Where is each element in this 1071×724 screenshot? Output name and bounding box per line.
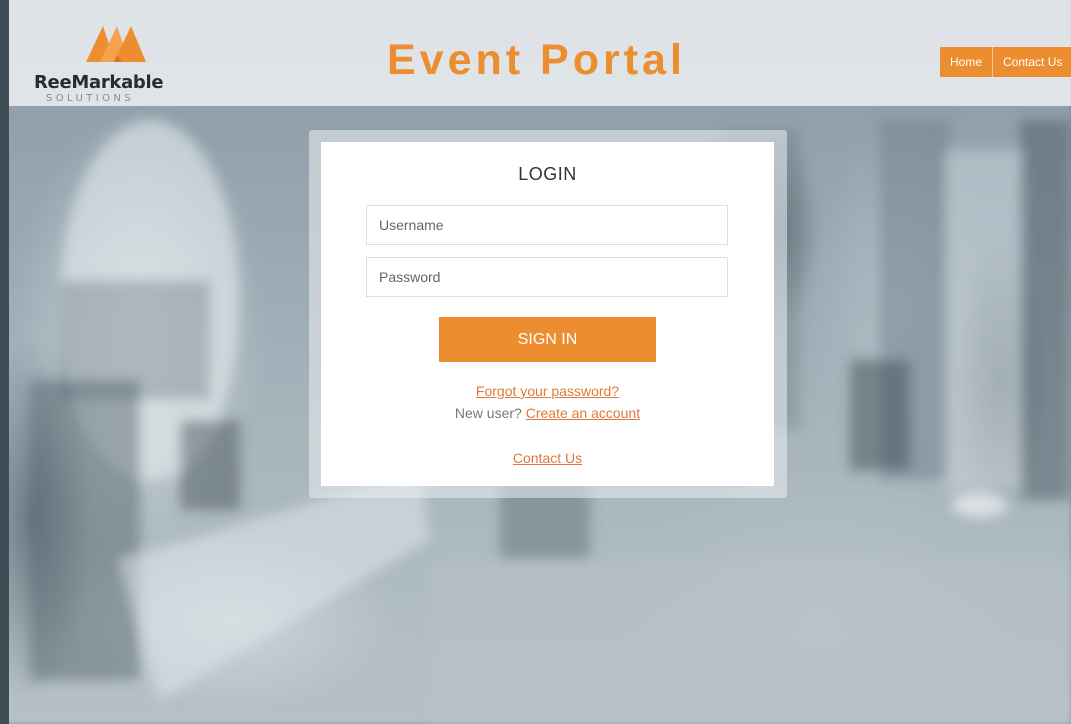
brand-logo[interactable]: ReeMarkable SOLUTIONS xyxy=(34,22,184,106)
new-user-label: New user? xyxy=(454,405,522,421)
password-input[interactable] xyxy=(366,257,728,297)
brand-tagline: SOLUTIONS xyxy=(46,93,134,104)
nav-home-link[interactable]: Home xyxy=(940,47,993,77)
card-contact-us-link[interactable]: Contact Us xyxy=(513,450,582,466)
forgot-password-row: Forgot your password? xyxy=(321,383,774,399)
create-account-link[interactable]: Create an account xyxy=(526,405,640,421)
forgot-password-link[interactable]: Forgot your password? xyxy=(476,383,619,399)
login-title: LOGIN xyxy=(518,164,577,184)
username-input[interactable] xyxy=(366,205,728,245)
page-title: Event Portal xyxy=(387,36,686,84)
login-card: LOGIN SIGN IN Forgot your password? New … xyxy=(321,142,774,486)
nav-contact-us-link[interactable]: Contact Us xyxy=(993,47,1071,77)
page: ReeMarkable SOLUTIONS Event Portal Home … xyxy=(0,0,1071,724)
logo-peaks-icon xyxy=(86,26,146,62)
brand-name: ReeMarkable xyxy=(34,72,164,93)
sign-in-button[interactable]: SIGN IN xyxy=(439,317,656,362)
top-nav: Home Contact Us xyxy=(940,47,1071,77)
site-header: ReeMarkable SOLUTIONS Event Portal Home … xyxy=(9,0,1071,106)
left-edge-bar xyxy=(0,0,9,724)
contact-row: Contact Us xyxy=(321,450,774,466)
new-user-row: New user? Create an account xyxy=(321,405,774,421)
